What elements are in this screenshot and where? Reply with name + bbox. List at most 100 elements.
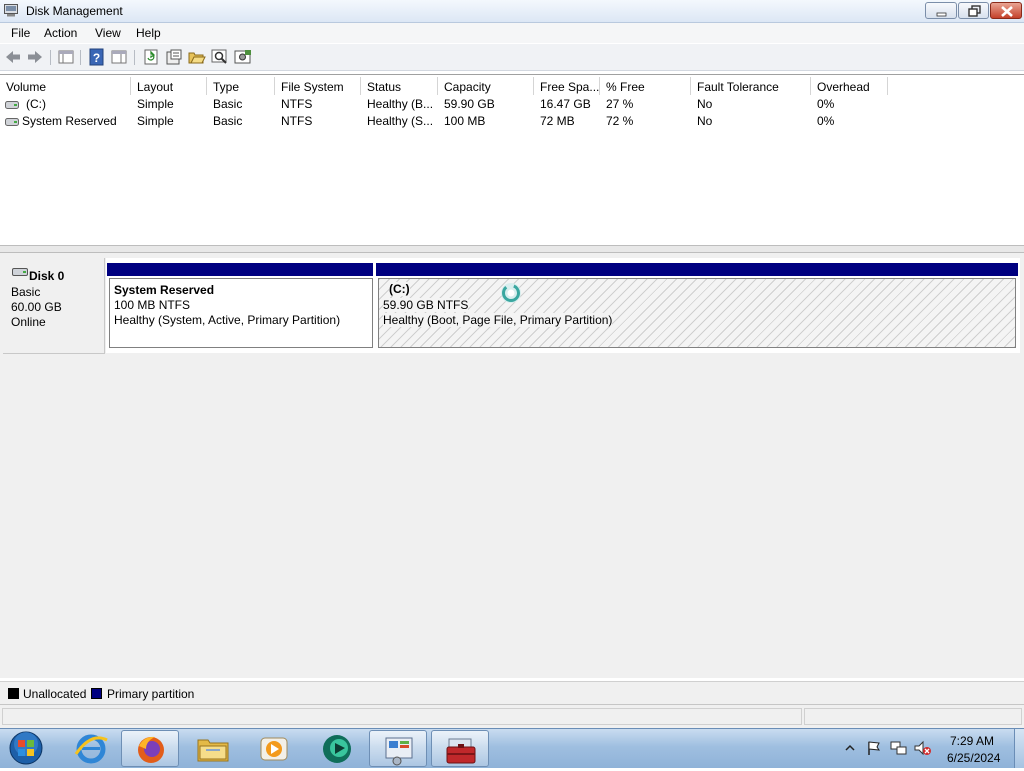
partition-system-reserved[interactable]: System Reserved 100 MB NTFS Healthy (Sys… — [109, 278, 373, 348]
open-folder-icon[interactable] — [188, 48, 206, 66]
status-pane — [2, 708, 802, 725]
close-button[interactable] — [990, 2, 1022, 19]
column-header-type[interactable]: Type — [207, 77, 275, 95]
status-cell: Healthy (B... — [367, 97, 434, 111]
minimize-icon — [936, 12, 947, 17]
column-header-fault-tolerance[interactable]: Fault Tolerance — [691, 77, 811, 95]
disk-0-label[interactable]: Disk 0 Basic 60.00 GB Online — [3, 258, 105, 354]
console-tree-icon[interactable] — [57, 48, 75, 66]
taskbar-internet-explorer[interactable] — [62, 730, 120, 767]
control-panel-icon — [385, 737, 413, 766]
percent-free-cell: 27 % — [606, 97, 634, 111]
file-explorer-icon — [197, 739, 229, 762]
disk-state: Online — [11, 315, 46, 329]
type-cell: Basic — [213, 97, 243, 111]
column-header-status[interactable]: Status — [361, 77, 438, 95]
partition-size: 100 MB NTFS — [114, 298, 191, 312]
title-bar[interactable]: Disk Management — [0, 0, 1024, 23]
computer-management-icon — [446, 738, 476, 764]
internet-explorer-icon — [74, 734, 108, 764]
status-cell: Healthy (S... — [367, 114, 434, 128]
status-pane — [804, 708, 1022, 725]
column-header-free-space[interactable]: Free Spa... — [534, 77, 600, 95]
percent-free-cell: 72 % — [606, 114, 634, 128]
action-center-flag-icon[interactable] — [866, 740, 882, 756]
network-icon[interactable] — [890, 740, 908, 756]
minimize-button[interactable] — [925, 2, 957, 19]
table-row[interactable]: (C:) Simple Basic NTFS Healthy (B... 59.… — [0, 96, 1024, 113]
legend-label-unallocated: Unallocated — [23, 687, 87, 701]
help-icon[interactable]: ? — [88, 48, 106, 66]
primary-partition-bar — [107, 263, 373, 276]
overhead-cell: 0% — [817, 114, 835, 128]
capacity-cell: 100 MB — [444, 114, 486, 128]
pane-splitter[interactable] — [0, 245, 1024, 253]
volume-muted-icon[interactable] — [914, 740, 932, 756]
menu-help[interactable]: Help — [136, 26, 161, 40]
disk-settings-icon[interactable] — [234, 48, 252, 66]
search-icon[interactable] — [211, 48, 229, 66]
legend-swatch-primary-partition — [91, 688, 102, 699]
disk-type: Basic — [11, 285, 41, 299]
media-player-icon — [260, 737, 288, 761]
show-desktop-button[interactable] — [1014, 729, 1024, 768]
fault-tolerance-cell: No — [697, 114, 713, 128]
drive-icon — [5, 118, 19, 126]
back-arrow-icon[interactable] — [4, 48, 22, 66]
disk-graphical-view: Disk 0 Basic 60.00 GB Online System Rese… — [0, 253, 1024, 678]
properties-icon[interactable] — [165, 48, 183, 66]
taskbar-control-panel[interactable] — [369, 730, 427, 767]
volume-name: (C:) — [26, 97, 46, 111]
taskbar-file-explorer[interactable] — [184, 730, 242, 767]
maximize-icon — [968, 5, 981, 17]
status-bar — [0, 704, 1024, 728]
menu-file[interactable]: File — [11, 26, 30, 40]
clock-date[interactable]: 6/25/2024 — [947, 751, 1000, 765]
column-header-layout[interactable]: Layout — [131, 77, 207, 95]
file-system-cell: NTFS — [281, 97, 313, 111]
taskbar-media-player[interactable] — [245, 730, 303, 767]
column-header-capacity[interactable]: Capacity — [438, 77, 534, 95]
toolbar: ? — [0, 44, 1024, 71]
partition-name: (C:) — [389, 282, 410, 296]
menu-view[interactable]: View — [95, 26, 121, 40]
table-row[interactable]: System Reserved Simple Basic NTFS Health… — [0, 113, 1024, 130]
partition-name: System Reserved — [114, 283, 215, 297]
disk-icon — [12, 268, 28, 276]
partition-size: 59.90 GB NTFS — [383, 298, 469, 312]
disk-size: 60.00 GB — [11, 300, 62, 314]
primary-partition-bar — [376, 263, 1018, 276]
menu-action[interactable]: Action — [44, 26, 77, 40]
drive-icon — [5, 101, 19, 109]
taskbar-firefox[interactable] — [121, 730, 179, 767]
taskbar-cyberlink[interactable] — [308, 730, 366, 767]
volume-name: System Reserved — [22, 114, 117, 128]
disk-name: Disk 0 — [29, 269, 65, 283]
overhead-cell: 0% — [817, 97, 835, 111]
window-title: Disk Management — [26, 4, 123, 18]
refresh-icon[interactable] — [142, 48, 160, 66]
forward-arrow-icon[interactable] — [26, 48, 44, 66]
firefox-icon — [138, 736, 164, 763]
maximize-button[interactable] — [958, 2, 989, 19]
column-header-percent-free[interactable]: % Free — [600, 77, 691, 95]
partition-c[interactable]: (C:) 59.90 GB NTFS Healthy (Boot, Page F… — [378, 278, 1016, 348]
properties-pane-icon[interactable] — [110, 48, 128, 66]
file-system-cell: NTFS — [281, 114, 313, 128]
svg-text:?: ? — [93, 51, 100, 65]
show-hidden-icons-icon[interactable] — [845, 743, 855, 753]
column-header-file-system[interactable]: File System — [275, 77, 361, 95]
clock-time[interactable]: 7:29 AM — [950, 734, 994, 748]
column-header-volume[interactable]: Volume — [0, 77, 131, 95]
taskbar: 7:29 AM 6/25/2024 — [0, 728, 1024, 768]
layout-cell: Simple — [137, 97, 174, 111]
partition-status: Healthy (Boot, Page File, Primary Partit… — [383, 313, 613, 327]
disk-management-icon — [4, 4, 18, 17]
column-header-overhead[interactable]: Overhead — [811, 77, 888, 95]
start-orb-icon — [9, 731, 43, 765]
start-button[interactable] — [4, 729, 48, 767]
menu-bar: File Action View Help — [0, 23, 1024, 43]
layout-cell: Simple — [137, 114, 174, 128]
close-icon — [1001, 6, 1013, 17]
taskbar-computer-management[interactable] — [431, 730, 489, 767]
